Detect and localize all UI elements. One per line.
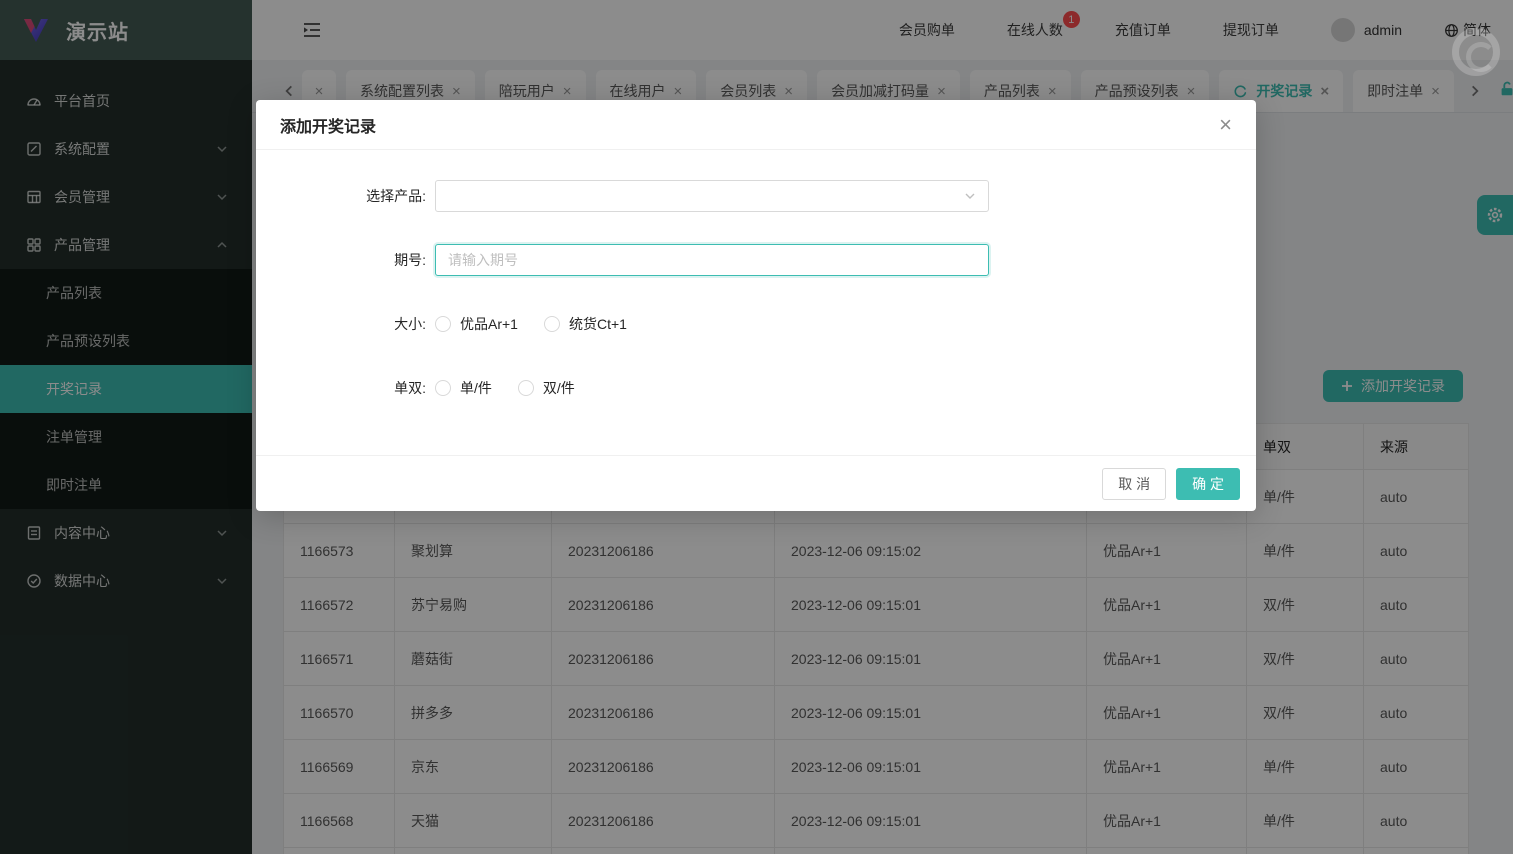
parity-option-even[interactable]: 双/件: [517, 378, 575, 398]
radio-label: 优品Ar+1: [460, 316, 518, 332]
modal-body: 选择产品: 期号: 大小: 优品Ar+1 统货Ct+1 单双: 单/件: [256, 150, 1256, 455]
size-radio-group: 优品Ar+1 统货Ct+1: [435, 314, 653, 334]
modal-header: 添加开奖记录 ×: [256, 100, 1256, 150]
radio-label: 单/件: [460, 380, 492, 396]
size-option-b[interactable]: 统货Ct+1: [543, 314, 627, 334]
radio-label: 统货Ct+1: [568, 316, 627, 332]
modal-title: 添加开奖记录: [280, 118, 377, 136]
add-lottery-record-modal: 添加开奖记录 × 选择产品: 期号: 大小: 优品Ar+1 统货Ct+1: [256, 100, 1256, 511]
radio-icon[interactable]: [543, 316, 560, 332]
cancel-button[interactable]: 取 消: [1102, 467, 1167, 500]
form-row-product: 选择产品:: [256, 180, 1256, 212]
form-row-issue: 期号:: [256, 244, 1256, 276]
issue-number-input[interactable]: [435, 244, 989, 276]
radio-icon[interactable]: [517, 380, 534, 396]
radio-icon[interactable]: [435, 380, 451, 396]
parity-label: 单双:: [394, 380, 426, 396]
chevron-down-icon: [965, 193, 975, 199]
size-label: 大小:: [394, 316, 426, 332]
product-select[interactable]: [435, 180, 989, 212]
confirm-button[interactable]: 确 定: [1176, 467, 1240, 500]
app: 演示站 平台首页 系统配置 会员管理 产品管理 产品列表 产品预设列表 开奖记录…: [0, 0, 1513, 854]
form-row-size: 大小: 优品Ar+1 统货Ct+1: [256, 308, 1256, 340]
issue-label: 期号:: [394, 252, 426, 268]
watermark-icon: [1452, 28, 1500, 76]
modal-footer: 取 消 确 定: [256, 455, 1256, 511]
size-option-a[interactable]: 优品Ar+1: [435, 314, 518, 334]
product-label: 选择产品:: [366, 188, 426, 204]
parity-radio-group: 单/件 双/件: [435, 378, 601, 398]
form-row-parity: 单双: 单/件 双/件: [256, 372, 1256, 404]
parity-option-odd[interactable]: 单/件: [435, 378, 492, 398]
radio-label: 双/件: [542, 380, 575, 396]
close-icon[interactable]: ×: [1219, 113, 1232, 136]
radio-icon[interactable]: [435, 316, 451, 332]
